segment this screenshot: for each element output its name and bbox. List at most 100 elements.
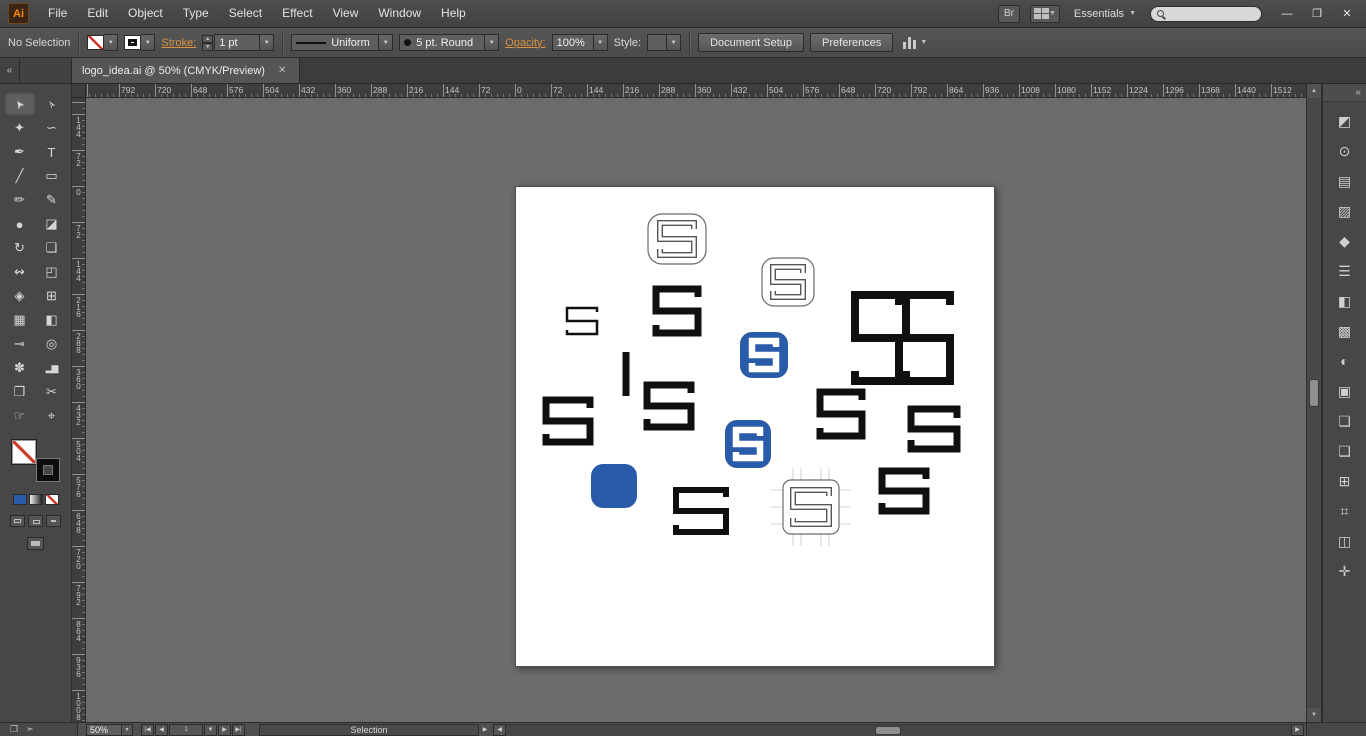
pasteboard[interactable] xyxy=(86,98,1306,722)
none-button[interactable] xyxy=(44,494,59,505)
logo-blue-square[interactable] xyxy=(591,464,637,508)
dock-expand-icon[interactable]: « xyxy=(1323,84,1366,102)
tool-eraser-tool[interactable]: ◪ xyxy=(36,212,68,236)
style-select[interactable]: ▼ xyxy=(647,34,682,51)
status-popup-icon[interactable]: ▶ xyxy=(479,724,491,736)
next-artboard-button[interactable]: ▶ xyxy=(218,723,231,736)
horizontal-scroll-thumb[interactable] xyxy=(874,725,901,735)
minimize-icon[interactable]: — xyxy=(1272,4,1302,24)
stroke-weight-stepper[interactable]: ▲ ▼ xyxy=(202,34,214,51)
symbols-panel-icon[interactable]: ◆ xyxy=(1328,226,1362,256)
opacity-panel-link[interactable]: Opacity: xyxy=(505,37,545,49)
menu-item-type[interactable]: Type xyxy=(173,0,219,27)
tool-selection-tool[interactable]: ➤ xyxy=(3,92,36,116)
color-panel-icon[interactable]: ◩ xyxy=(1328,106,1362,136)
opacity-control[interactable]: 100% ▼ xyxy=(551,34,608,51)
variable-width-profile-select[interactable]: Uniform ▼ xyxy=(291,34,394,51)
logo-black-s[interactable] xyxy=(851,291,903,385)
brushes-panel-icon[interactable]: ▨ xyxy=(1328,196,1362,226)
tool-line-segment-tool[interactable]: ╱ xyxy=(4,164,36,188)
scroll-up-icon[interactable]: ▲ xyxy=(1307,84,1321,98)
logo-sketch-s[interactable] xyxy=(565,306,599,336)
tool-blob-brush-tool[interactable]: ● xyxy=(4,212,36,236)
tool-free-transform-tool[interactable]: ◰ xyxy=(36,260,68,284)
appearance-panel-icon[interactable]: ◐ xyxy=(1328,346,1362,376)
menu-item-select[interactable]: Select xyxy=(219,0,272,27)
tool-magic-wand-tool[interactable]: ✦ xyxy=(4,116,36,140)
bridge-icon[interactable]: Br xyxy=(997,4,1020,23)
logo-black-s[interactable] xyxy=(878,467,930,515)
stroke-panel-icon[interactable]: ☰ xyxy=(1328,256,1362,286)
logo-black-s[interactable] xyxy=(643,381,695,431)
logo-black-s[interactable] xyxy=(907,405,961,453)
transparency-panel-icon[interactable]: ▩ xyxy=(1328,316,1362,346)
tool-pencil-tool[interactable]: ✎ xyxy=(36,188,68,212)
search-box[interactable] xyxy=(1150,5,1262,22)
color-guide-panel-icon[interactable]: ⊙ xyxy=(1328,136,1362,166)
logo-black-s[interactable] xyxy=(902,291,954,385)
tool-width-tool[interactable]: ↭ xyxy=(4,260,36,284)
draw-normal-button[interactable] xyxy=(10,515,25,527)
artboards-panel-icon[interactable]: ❑ xyxy=(1328,436,1362,466)
navigator-panel-icon[interactable]: ✛ xyxy=(1328,556,1362,586)
swatches-panel-icon[interactable]: ▤ xyxy=(1328,166,1362,196)
hand-nav-icon[interactable]: ➣ xyxy=(26,724,34,735)
search-input[interactable] xyxy=(1168,8,1255,19)
horizontal-ruler[interactable]: 792 720 648 576 504 432 360 288 216 144 72 0 72 144 21… xyxy=(86,84,1306,98)
horizontal-scrollbar[interactable]: ◀ ▶ xyxy=(493,723,1304,736)
vertical-scroll-thumb[interactable] xyxy=(1309,378,1319,407)
document-tab[interactable]: logo_idea.ai @ 50% (CMYK/Preview) ✕ xyxy=(72,58,301,83)
last-artboard-button[interactable]: ▶| xyxy=(232,723,245,736)
gradient-panel-icon[interactable]: ◧ xyxy=(1328,286,1362,316)
tool-shape-builder-tool[interactable]: ◈ xyxy=(4,284,36,308)
draw-inside-button[interactable] xyxy=(46,515,61,527)
logo-outline-badge[interactable] xyxy=(761,257,815,307)
stroke-color-picker[interactable]: ▼ xyxy=(124,34,156,51)
logo-blue-badge[interactable] xyxy=(740,332,788,378)
restore-window-icon[interactable]: ❐ xyxy=(1302,4,1332,24)
stroke-weight-control[interactable]: ▲ ▼ 1 pt ▼ xyxy=(202,34,275,51)
tool-rotate-tool[interactable]: ↻ xyxy=(4,236,36,260)
menu-item-file[interactable]: File xyxy=(38,0,77,27)
artboard-number-field[interactable]: 1 xyxy=(169,723,203,736)
artboard[interactable] xyxy=(515,186,995,667)
tool-artboard-tool[interactable]: ❐ xyxy=(4,380,36,404)
tool-slice-tool[interactable]: ✂ xyxy=(36,380,68,404)
tool-pen-tool[interactable]: ✒ xyxy=(4,140,36,164)
graphic-styles-panel-icon[interactable]: ▣ xyxy=(1328,376,1362,406)
fill-stroke-indicator[interactable] xyxy=(11,440,60,482)
tool-symbol-sprayer-tool[interactable]: ✽ xyxy=(4,356,36,380)
stroke-swatch-icon[interactable] xyxy=(35,458,60,482)
ruler-origin-corner[interactable] xyxy=(72,84,86,98)
logo-guided-badge[interactable] xyxy=(771,468,851,546)
menu-item-object[interactable]: Object xyxy=(118,0,173,27)
logo-outline-badge[interactable] xyxy=(647,213,707,265)
tool-scale-tool[interactable]: ❏ xyxy=(36,236,68,260)
tool-hand-tool[interactable]: ☞ xyxy=(4,404,36,428)
tool-direct-selection-tool[interactable]: ➢ xyxy=(36,92,68,116)
pathfinder-panel-icon[interactable]: ◫ xyxy=(1328,526,1362,556)
close-icon[interactable]: ✕ xyxy=(275,64,289,77)
tool-mesh-tool[interactable]: ▦ xyxy=(4,308,36,332)
align-options[interactable]: ▼ xyxy=(903,36,927,49)
tools-collapse-icon[interactable]: « xyxy=(0,58,20,83)
tool-perspective-grid-tool[interactable]: ⊞ xyxy=(36,284,68,308)
logo-black-s[interactable] xyxy=(673,487,729,535)
scroll-down-icon[interactable]: ▼ xyxy=(1307,708,1321,722)
fill-color-picker[interactable]: ▼ xyxy=(87,34,119,51)
workspace-switcher[interactable]: Essentials ▼ xyxy=(1070,8,1140,20)
close-icon[interactable]: ✕ xyxy=(1332,4,1362,24)
tool-zoom-tool[interactable]: ⌖ xyxy=(36,404,68,428)
brush-definition-select[interactable]: 5 pt. Round ▼ xyxy=(399,34,500,51)
tool-blend-tool[interactable]: ◎ xyxy=(36,332,68,356)
tool-type-tool[interactable]: T xyxy=(36,140,68,164)
tool-gradient-tool[interactable]: ◧ xyxy=(36,308,68,332)
menu-item-view[interactable]: View xyxy=(323,0,369,27)
logo-black-s[interactable] xyxy=(816,388,866,440)
logo-black-s[interactable] xyxy=(652,285,702,337)
tool-column-graph-tool[interactable]: ▂▆ xyxy=(36,356,68,380)
screen-mode-button[interactable] xyxy=(27,537,44,550)
menu-item-window[interactable]: Window xyxy=(368,0,431,27)
document-setup-button[interactable]: Document Setup xyxy=(698,33,805,52)
transform-panel-icon[interactable]: ⊞ xyxy=(1328,466,1362,496)
